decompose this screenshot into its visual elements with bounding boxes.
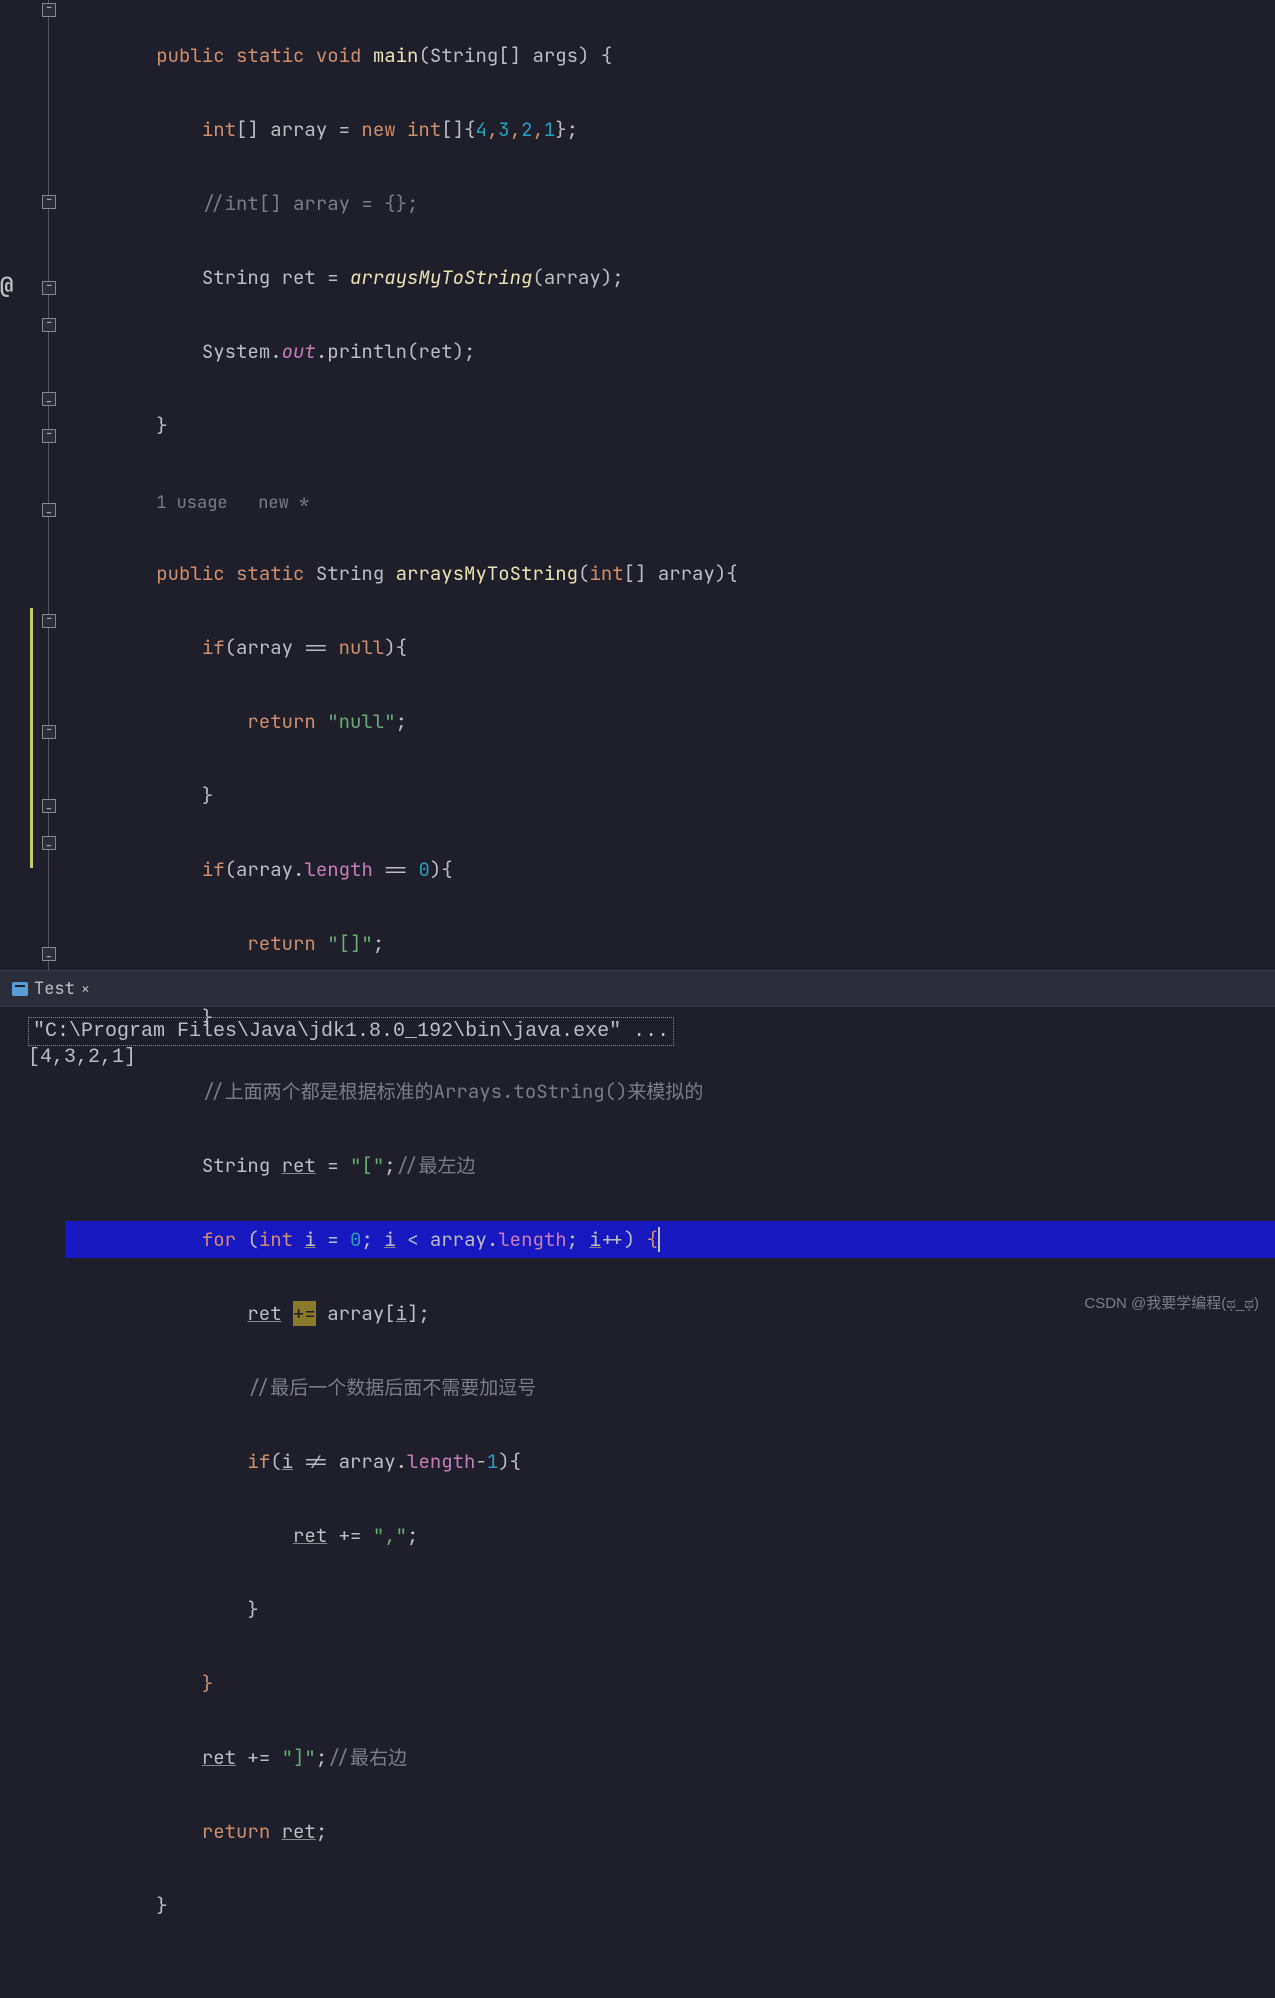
code-line[interactable]: public static String arraysMyToString(in… — [65, 555, 1275, 592]
usage-hint: 1 usage new * — [65, 481, 1275, 518]
code-line[interactable]: } — [65, 1665, 1275, 1702]
code-line[interactable]: if(array.length == 0){ — [65, 851, 1275, 888]
vcs-annotation-marker: @ — [0, 271, 13, 300]
run-config-icon — [12, 982, 28, 996]
code-editor[interactable]: @ public static void main(String[] args)… — [0, 0, 1275, 970]
code-line[interactable]: return "[]"; — [65, 925, 1275, 962]
fold-icon[interactable] — [42, 947, 56, 961]
fold-icon[interactable] — [42, 429, 56, 443]
fold-guide — [48, 0, 49, 970]
code-line[interactable]: public static void main(String[] args) { — [65, 37, 1275, 74]
code-line[interactable]: if(i != array.length-1){ — [65, 1443, 1275, 1480]
fold-icon[interactable] — [42, 836, 56, 850]
fold-icon[interactable] — [42, 614, 56, 628]
fold-icon[interactable] — [42, 725, 56, 739]
code-area[interactable]: public static void main(String[] args) {… — [65, 0, 1275, 970]
fold-icon[interactable] — [42, 318, 56, 332]
code-line[interactable]: //最后一个数据后面不需要加逗号 — [65, 1369, 1275, 1406]
code-line[interactable]: //int[] array = {}; — [65, 185, 1275, 222]
fold-icon[interactable] — [42, 799, 56, 813]
fold-icon[interactable] — [42, 392, 56, 406]
code-line[interactable]: } — [65, 407, 1275, 444]
code-line[interactable]: int[] array = new int[]{4,3,2,1}; — [65, 111, 1275, 148]
code-line[interactable]: ret += "]";//最右边 — [65, 1739, 1275, 1776]
code-line[interactable]: } — [65, 1591, 1275, 1628]
code-line[interactable]: return ret; — [65, 1813, 1275, 1850]
code-line[interactable]: if(array == null){ — [65, 629, 1275, 666]
code-line[interactable]: //上面两个都是根据标准的Arrays.toString()来模拟的 — [65, 1073, 1275, 1110]
code-line-current[interactable]: for (int i = 0; i < array.length; i++) { — [65, 1221, 1275, 1258]
code-line[interactable]: } — [65, 1887, 1275, 1924]
code-line[interactable]: } — [65, 999, 1275, 1036]
code-line[interactable]: } — [65, 777, 1275, 814]
code-line[interactable]: String ret = arraysMyToString(array); — [65, 259, 1275, 296]
code-line[interactable]: ret += ","; — [65, 1517, 1275, 1554]
fold-icon[interactable] — [42, 503, 56, 517]
fold-icon[interactable] — [42, 3, 56, 17]
code-line[interactable]: return "null"; — [65, 703, 1275, 740]
change-marker — [30, 608, 33, 868]
text-cursor — [658, 1227, 660, 1252]
fold-icon[interactable] — [42, 195, 56, 209]
code-line[interactable]: System.out.println(ret); — [65, 333, 1275, 370]
watermark: CSDN @我要学编程(ಥ_ಥ) — [1084, 1292, 1259, 1313]
code-line[interactable]: String ret = "[";//最左边 — [65, 1147, 1275, 1184]
editor-gutter: @ — [0, 0, 65, 970]
fold-icon[interactable] — [42, 281, 56, 295]
